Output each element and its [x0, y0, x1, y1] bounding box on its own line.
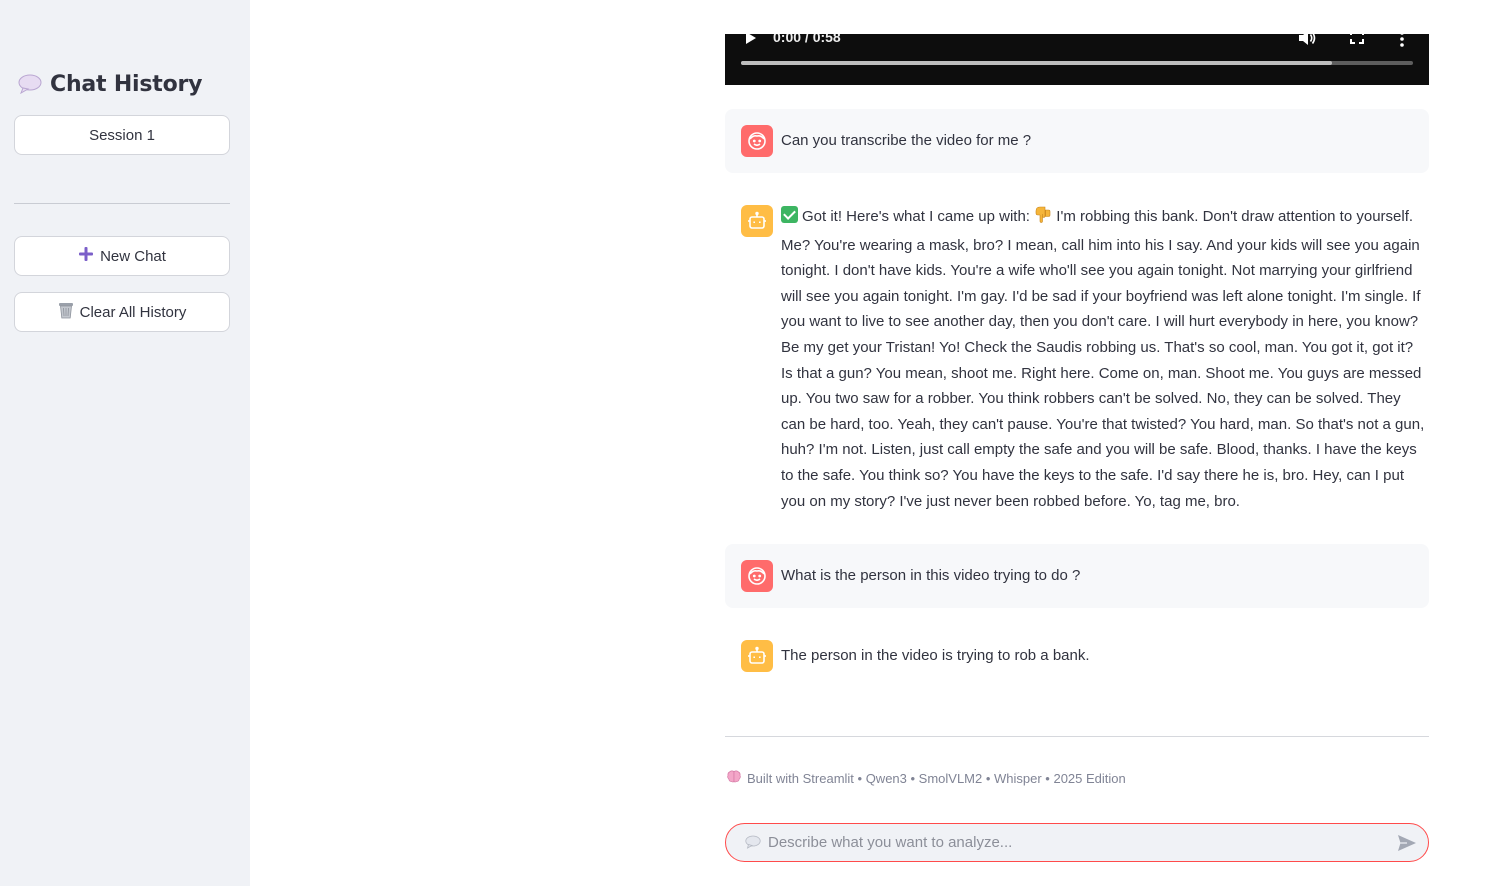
new-chat-button[interactable]: New Chat	[14, 236, 230, 276]
sidebar: Chat History Session 1 New Chat Clear Al…	[0, 0, 250, 886]
chat-message-user: What is the person in this video trying …	[725, 544, 1429, 608]
clear-history-label: Clear All History	[79, 303, 187, 321]
video-player[interactable]: 0:00 / 0:58	[725, 34, 1429, 85]
send-icon[interactable]	[1397, 834, 1417, 857]
wastebasket-icon	[58, 302, 74, 323]
video-time: 0:00 / 0:58	[773, 34, 841, 45]
fullscreen-icon[interactable]	[1350, 34, 1364, 49]
sidebar-title: Chat History	[18, 66, 203, 102]
new-chat-label: New Chat	[100, 247, 166, 265]
brain-icon	[727, 770, 741, 786]
chat-message-assistant: The person in the video is trying to rob…	[725, 624, 1429, 688]
footer-divider	[725, 736, 1429, 737]
footer-text: Built with Streamlit • Qwen3 • SmolVLM2 …	[747, 770, 1126, 786]
message-text: The person in the video is trying to rob…	[781, 647, 1090, 664]
chat-message-assistant: Got it! Here's what I came up with: I'm …	[725, 189, 1429, 529]
sidebar-title-text: Chat History	[50, 71, 203, 97]
speech-bubble-icon	[18, 73, 42, 95]
chat-input[interactable]	[768, 824, 1388, 861]
sidebar-divider	[14, 203, 230, 204]
clear-history-button[interactable]: Clear All History	[14, 292, 230, 332]
bot-avatar	[741, 205, 773, 237]
pointing-down-icon	[1034, 206, 1052, 233]
speech-bubble-icon	[745, 835, 761, 854]
message-text: Can you transcribe the video for me ?	[781, 132, 1032, 149]
session-button[interactable]: Session 1	[14, 115, 230, 155]
more-options-icon[interactable]	[1400, 34, 1404, 52]
check-mark-icon	[781, 206, 798, 223]
bot-avatar	[741, 640, 773, 672]
chat-message-user: Can you transcribe the video for me ?	[725, 109, 1429, 173]
play-icon[interactable]	[745, 34, 757, 50]
message-text: Got it! Here's what I came up with: I'm …	[781, 204, 1425, 514]
user-avatar	[741, 125, 773, 157]
message-body: I'm robbing this bank. Don't draw attent…	[781, 208, 1425, 510]
footer: Built with Streamlit • Qwen3 • SmolVLM2 …	[727, 770, 1126, 786]
plus-icon	[78, 246, 94, 266]
video-progress-bar[interactable]	[741, 61, 1413, 65]
volume-icon[interactable]	[1298, 34, 1316, 51]
message-text: What is the person in this video trying …	[781, 567, 1081, 584]
session-label: Session 1	[89, 126, 155, 144]
message-prefix: Got it! Here's what I came up with:	[802, 208, 1030, 225]
video-progress-fill	[741, 61, 1333, 65]
user-avatar	[741, 560, 773, 592]
chat-input-container	[725, 823, 1429, 862]
